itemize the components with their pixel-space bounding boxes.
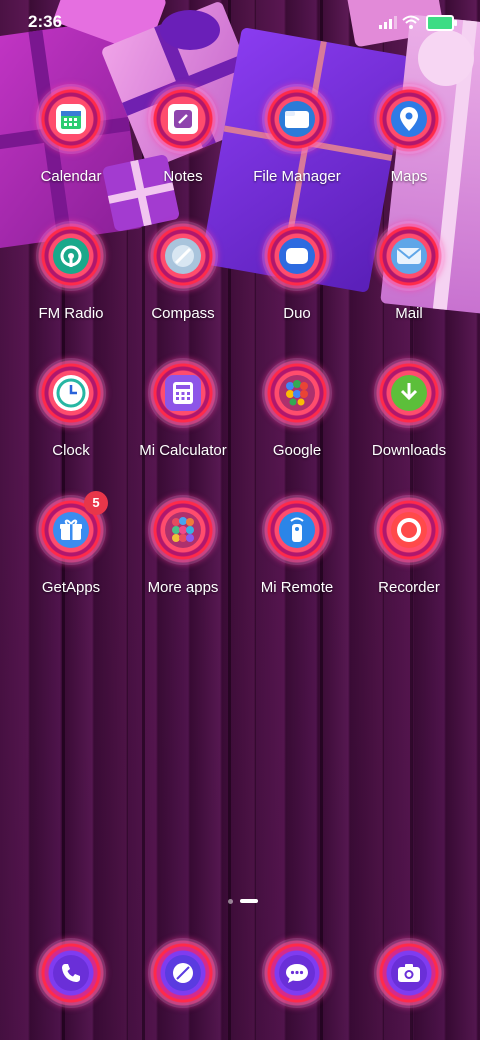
- page-indicator: [0, 896, 480, 906]
- remote-icon: [279, 512, 315, 548]
- calendar-icon: [56, 104, 86, 134]
- app-label: FM Radio: [38, 305, 104, 322]
- wifi-icon: [402, 15, 420, 29]
- dock-camera[interactable]: [354, 938, 464, 1018]
- icon-frame: [262, 221, 332, 291]
- app-getapps[interactable]: 5 GetApps: [16, 491, 126, 615]
- app-label: Downloads: [371, 442, 447, 459]
- notification-badge: 5: [84, 491, 108, 515]
- gift-icon: [53, 512, 89, 548]
- record-icon: [391, 512, 427, 548]
- app-label: Mi Calculator: [139, 442, 227, 459]
- icon-frame: [148, 84, 218, 154]
- icon-frame: [148, 221, 218, 291]
- cellular-signal-icon: [379, 16, 397, 29]
- app-label: Duo: [283, 305, 311, 322]
- app-downloads[interactable]: Downloads: [354, 358, 464, 478]
- dock-messages[interactable]: [242, 938, 352, 1018]
- icon-frame: [36, 938, 106, 1008]
- messages-icon: [279, 955, 315, 991]
- app-file-manager[interactable]: File Manager: [242, 84, 352, 204]
- app-mi-remote[interactable]: Mi Remote: [242, 495, 352, 615]
- app-label: GetApps: [41, 579, 101, 596]
- app-compass[interactable]: Compass: [128, 221, 238, 341]
- app-clock[interactable]: Clock: [16, 358, 126, 478]
- icon-frame: [262, 358, 332, 428]
- app-google-folder[interactable]: Google: [242, 358, 352, 478]
- compass-icon: [165, 238, 201, 274]
- google-folder-icon: [279, 375, 315, 411]
- app-label: Notes: [163, 168, 203, 185]
- icon-frame: [148, 495, 218, 565]
- icon-frame: [262, 938, 332, 1008]
- camera-icon: [391, 955, 427, 991]
- icon-frame: [36, 221, 106, 291]
- icon-frame: [36, 84, 106, 154]
- app-label: Mi Remote: [260, 579, 334, 596]
- page-dot-active[interactable]: [240, 899, 258, 903]
- icon-frame: [262, 84, 332, 154]
- apps-folder-icon: [165, 512, 201, 548]
- notes-icon: [168, 104, 198, 134]
- page-dot[interactable]: [228, 899, 233, 904]
- home-screen: 2:36 Calendar Notes File Manager Maps FM…: [0, 0, 480, 1040]
- browser-icon: [165, 955, 201, 991]
- app-label: More apps: [147, 579, 219, 596]
- app-label: Recorder: [378, 579, 440, 596]
- app-notes[interactable]: Notes: [128, 84, 238, 204]
- mail-icon: [391, 238, 427, 274]
- app-label: Google: [272, 442, 322, 459]
- app-more-apps-folder[interactable]: More apps: [128, 495, 238, 615]
- icon-frame: [374, 938, 444, 1008]
- app-label: Clock: [52, 442, 90, 459]
- app-label: Calendar: [40, 168, 102, 185]
- icon-frame: [374, 221, 444, 291]
- icon-frame: [374, 358, 444, 428]
- app-mail[interactable]: Mail: [354, 221, 464, 341]
- clock-icon: [53, 375, 89, 411]
- app-label: Compass: [151, 305, 215, 322]
- app-recorder[interactable]: Recorder: [354, 495, 464, 615]
- status-time: 2:36: [28, 12, 63, 31]
- phone-icon: [53, 955, 89, 991]
- app-mi-calculator[interactable]: Mi Calculator: [128, 358, 238, 478]
- map-pin-icon: [391, 101, 427, 137]
- calculator-icon: [165, 375, 201, 411]
- icon-frame: [148, 938, 218, 1008]
- icon-frame: [36, 358, 106, 428]
- app-calendar[interactable]: Calendar: [16, 84, 126, 204]
- icon-frame: [374, 495, 444, 565]
- radio-icon: [53, 238, 89, 274]
- app-fm-radio[interactable]: FM Radio: [16, 221, 126, 341]
- app-label: File Manager: [253, 168, 341, 185]
- dock-phone[interactable]: [16, 938, 126, 1018]
- dock-browser[interactable]: [128, 938, 238, 1018]
- icon-frame: [148, 358, 218, 428]
- app-label: Mail: [395, 305, 423, 322]
- app-label: Maps: [390, 168, 428, 185]
- app-duo[interactable]: Duo: [242, 221, 352, 341]
- status-bar: 2:36: [0, 0, 480, 44]
- download-icon: [391, 375, 427, 411]
- icon-frame: [374, 84, 444, 154]
- icon-frame: [262, 495, 332, 565]
- folder-icon: [279, 101, 315, 137]
- app-maps[interactable]: Maps: [354, 84, 464, 204]
- video-icon: [279, 238, 315, 274]
- battery-icon: [426, 15, 457, 31]
